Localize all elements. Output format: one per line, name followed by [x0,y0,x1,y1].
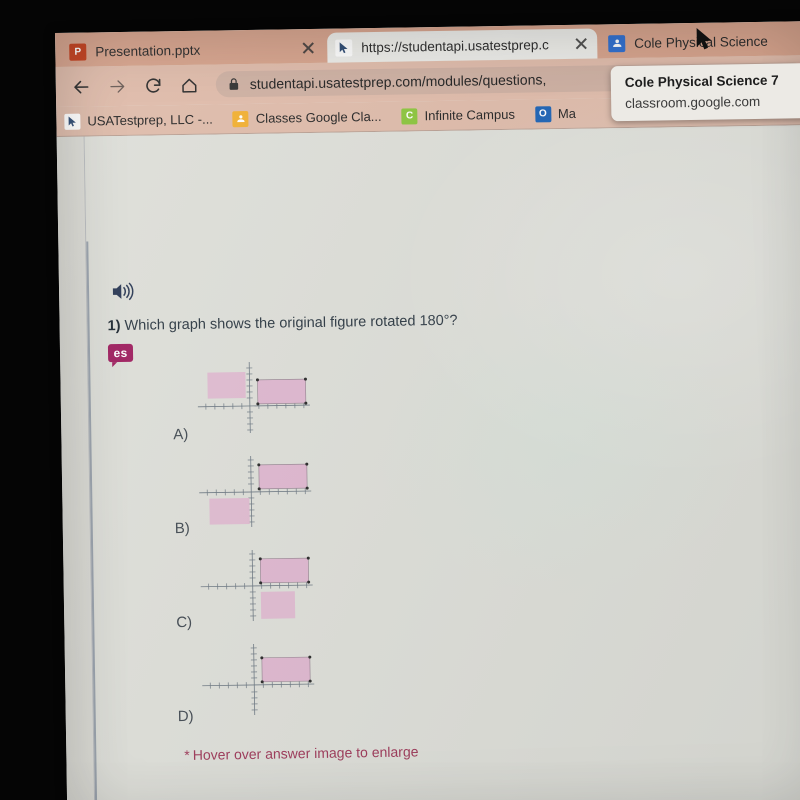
answer-choice-b[interactable]: B) [90,441,800,546]
bookmark-label: USATestprep, LLC -... [87,111,213,129]
infinite-campus-icon: C [401,107,418,125]
mouse-pointer-icon [696,28,713,57]
close-icon[interactable] [573,36,589,52]
speaker-icon [112,282,134,301]
photo-backdrop: P Presentation.pptx https://studentapi.u… [0,0,800,800]
google-classroom-icon [608,34,626,52]
browser-tab-presentation[interactable]: P Presentation.pptx [61,33,324,67]
home-icon[interactable] [174,70,204,100]
hint-star: * [184,746,190,764]
hint-text: Hover over answer image to enlarge [192,743,419,763]
bookmark-label: Ma [557,105,577,122]
tab-title: https://studentapi.usatestprep.c [361,36,549,55]
question-text-row: 1) Which graph shows the original figure… [107,313,457,334]
graph-b[interactable] [195,453,316,530]
outlook-icon: O [534,105,552,122]
web-page-content: 1) Which graph shows the original figure… [56,125,800,800]
answer-choice-a[interactable]: A) [88,347,800,452]
read-aloud-button[interactable] [111,281,137,307]
graph-c[interactable] [196,547,317,624]
bookmark-label: Classes Google Cla... [255,108,382,126]
tab-hover-tooltip: Cole Physical Science 7 classroom.google… [610,62,800,122]
tooltip-subtitle: classroom.google.com [625,93,761,112]
lock-icon [228,77,240,91]
bookmark-outlook[interactable]: O Ma [534,105,577,122]
forward-icon[interactable] [102,71,132,101]
bookmark-classroom[interactable]: Classes Google Cla... [232,108,382,127]
answer-choice-d[interactable]: D) [93,629,800,734]
laptop-screen: P Presentation.pptx https://studentapi.u… [55,21,800,800]
tooltip-title: Cole Physical Science 7 [624,72,779,91]
graph-a[interactable] [193,359,314,436]
bookmark-usatestprep[interactable]: USATestprep, LLC -... [64,111,213,130]
browser-tab-usatestprep[interactable]: https://studentapi.usatestprep.c [327,28,598,63]
back-icon[interactable] [66,71,96,101]
answer-choice-label: C) [176,613,193,632]
reload-icon[interactable] [138,70,168,100]
powerpoint-icon: P [69,43,87,61]
bookmark-label: Infinite Campus [424,106,515,124]
close-icon[interactable] [300,40,316,56]
question-text: Which graph shows the original figure ro… [124,312,458,334]
answer-choice-label: D) [177,707,194,726]
answer-choice-list: A) B) C) D) [88,347,800,734]
question-panel: 1) Which graph shows the original figure… [84,125,800,800]
question-number: 1) [107,318,121,335]
google-classroom-icon [232,110,249,127]
address-bar-url: studentapi.usatestprep.com/modules/quest… [249,71,547,92]
bookmark-infinite-campus[interactable]: C Infinite Campus [401,106,515,125]
graph-d[interactable] [198,641,319,718]
answer-choice-c[interactable]: C) [91,535,800,640]
cursor-icon [335,38,353,57]
hover-hint-text: * Hover over answer image to enlarge [184,743,418,763]
tab-title: Cole Physical Science [634,33,768,51]
tab-title: Presentation.pptx [95,42,201,59]
cursor-icon [64,113,81,130]
answer-choice-label: B) [174,519,190,538]
answer-choice-label: A) [173,425,189,444]
